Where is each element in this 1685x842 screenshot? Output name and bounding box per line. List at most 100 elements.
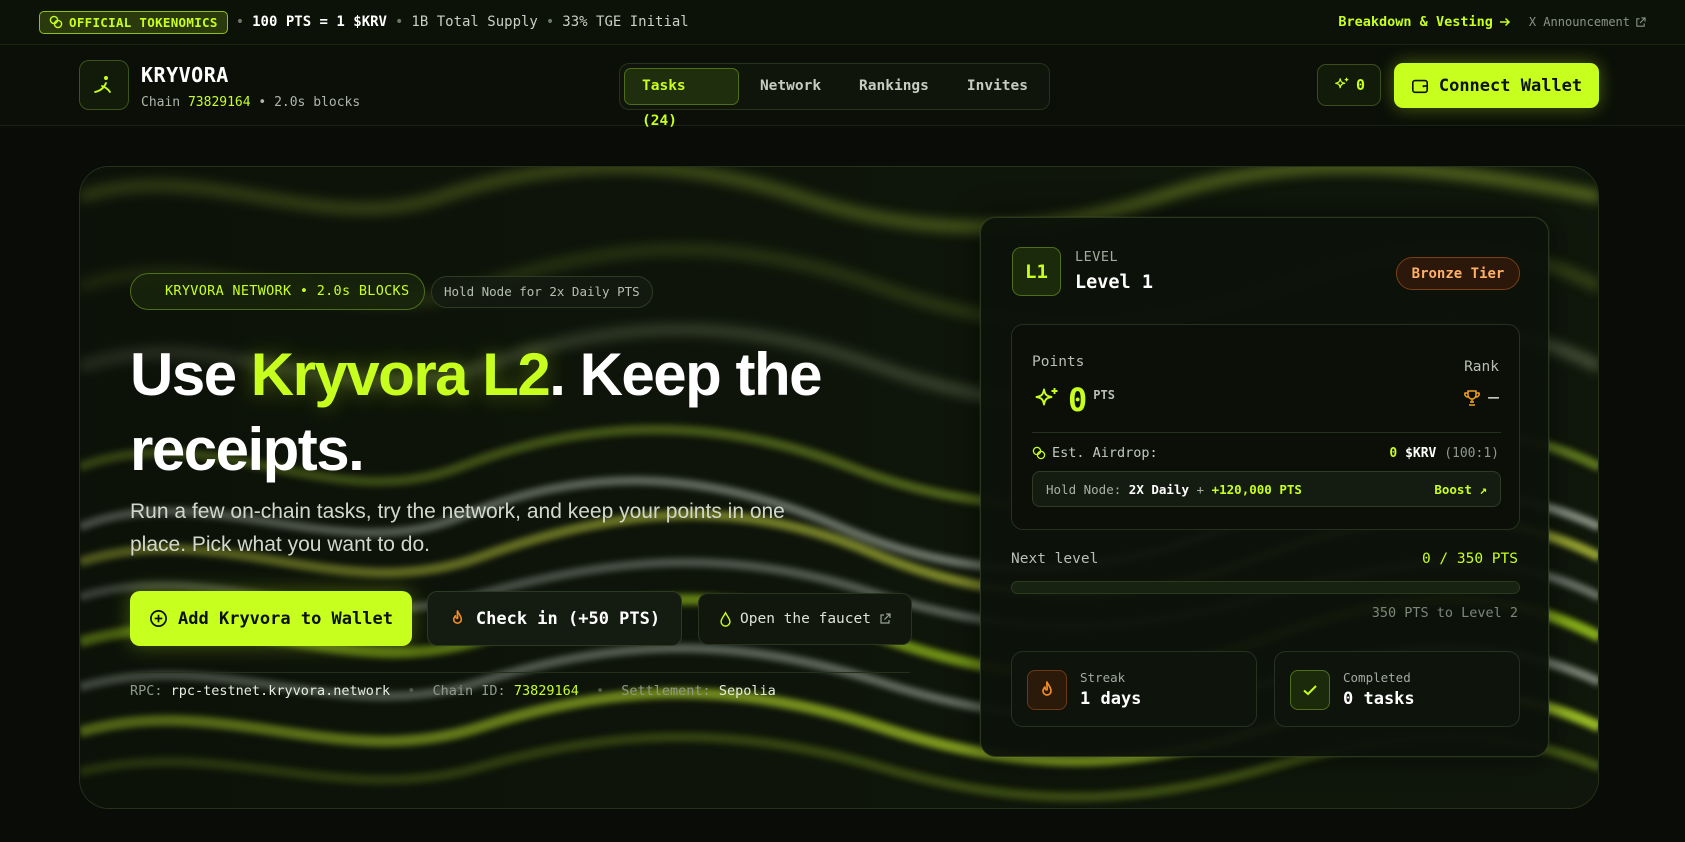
open-faucet-button[interactable]: Open the faucet (698, 593, 912, 645)
trophy-icon (1464, 389, 1481, 406)
add-to-wallet-label: Add Kryvora to Wallet (178, 608, 393, 629)
official-tokenomics-badge[interactable]: OFFICIAL TOKENOMICS (39, 10, 228, 34)
sparkles-icon (1335, 77, 1349, 89)
boost-link[interactable]: Boost ↗ (1434, 482, 1487, 497)
network-pill: KRYVORA NETWORK • 2.0s BLOCKS (130, 273, 426, 310)
points-button[interactable]: 0 (1317, 64, 1381, 106)
hold-node-row[interactable]: Hold Node: 2X Daily + +120,000 PTS Boost… (1032, 471, 1501, 507)
next-level-label: Next level (1011, 551, 1099, 567)
level-name: Level 1 (1075, 272, 1153, 293)
open-faucet-label: Open the faucet (740, 611, 871, 627)
completed-icon-box (1290, 670, 1330, 710)
separator-dot: • (596, 683, 605, 699)
rank-display: — (1462, 387, 1499, 408)
separator-dot: • (407, 683, 416, 699)
points-panel: Points Rank 0 PTS — Est. Airdrop: 0 $KRV… (1011, 324, 1520, 530)
tier-badge: Bronze Tier (1396, 257, 1520, 290)
tokenomics-bar: OFFICIAL TOKENOMICS • 100 PTS = 1 $KRV •… (0, 0, 1685, 45)
sparkles-icon (1035, 388, 1058, 406)
level-progress-bar (1011, 581, 1520, 594)
plus-circle-icon (150, 610, 167, 627)
coins-icon (1032, 446, 1046, 460)
external-link-icon (1636, 16, 1646, 27)
level-card: L1 LEVEL Level 1 Bronze Tier Points Rank… (980, 217, 1549, 757)
points-count: 0 (1355, 76, 1366, 94)
hero-headline: Use Kryvora L2. Keep the receipts. (130, 337, 890, 487)
completed-label: Completed (1343, 670, 1411, 685)
coins-icon (49, 15, 63, 29)
airdrop-value: 0 $KRV (100:1) (1389, 446, 1499, 461)
chain-id: 73829164 (187, 95, 251, 110)
airdrop-ratio: (100:1) (1444, 446, 1499, 461)
external-link-icon (880, 613, 891, 624)
tab-tasks[interactable]: Tasks (24) (624, 68, 739, 129)
brand-name: KRYVORA (141, 63, 229, 87)
points-label: Points (1032, 354, 1085, 370)
check-icon (1303, 685, 1317, 696)
hold-multiplier: 2X Daily (1128, 481, 1190, 497)
hold-bonus: +120,000 PTS (1211, 481, 1302, 497)
flame-icon (452, 610, 462, 625)
connect-wallet-label: Connect Wallet (1438, 75, 1583, 96)
total-supply: 1B Total Supply (411, 14, 538, 30)
chain-info: Chain 73829164 • 2.0s blocks (141, 95, 360, 110)
streak-value: 1 days (1080, 689, 1142, 709)
flame-icon (1042, 681, 1052, 696)
level-label: LEVEL (1075, 249, 1119, 265)
wallet-icon (1411, 79, 1428, 93)
tab-rankings[interactable]: Rankings (842, 68, 946, 105)
streak-icon-box (1027, 670, 1067, 710)
points-display: 0 PTS (1032, 381, 1115, 419)
site-header: KRYVORA Chain 73829164 • 2.0s blocks Tas… (0, 45, 1685, 129)
airdrop-label-row: Est. Airdrop: (1032, 445, 1158, 461)
chain-id-label: Chain ID: (432, 683, 506, 699)
breakdown-vesting-label: Breakdown & Vesting (1338, 14, 1493, 30)
rank-label: Rank (1464, 359, 1499, 375)
brand-logo[interactable] (79, 60, 129, 110)
headline-accent: Kryvora L2 (250, 341, 551, 408)
block-time: • 2.0s blocks (258, 95, 361, 110)
topbar-links: Breakdown & Vesting X Announcement (1338, 14, 1646, 30)
chain-prefix: Chain (141, 95, 181, 110)
pts-to-next-level: 350 PTS to Level 2 (1371, 605, 1518, 621)
network-details: RPC: rpc-testnet.kryvora.network • Chain… (130, 672, 910, 699)
add-to-wallet-button[interactable]: Add Kryvora to Wallet (130, 591, 412, 646)
next-level-value: 0 / 350 PTS (1421, 551, 1518, 567)
official-tokenomics-label: OFFICIAL TOKENOMICS (69, 14, 218, 30)
airdrop-amount: 0 (1389, 446, 1398, 461)
droplet-icon (720, 611, 731, 627)
streak-card: Streak 1 days (1011, 651, 1257, 727)
separator-dot: • (394, 14, 404, 30)
hold-node-pill[interactable]: Hold Node for 2x Daily PTS (431, 276, 653, 308)
x-announcement-link[interactable]: X Announcement (1529, 15, 1646, 29)
airdrop-label: Est. Airdrop: (1052, 445, 1158, 461)
breakdown-vesting-link[interactable]: Breakdown & Vesting (1338, 14, 1510, 30)
airdrop-token: $KRV (1405, 446, 1437, 461)
x-announcement-label: X Announcement (1528, 15, 1630, 29)
rpc-value[interactable]: rpc-testnet.kryvora.network (171, 683, 390, 699)
chain-id-value: 73829164 (513, 683, 579, 699)
hero-subcopy: Run a few on-chain tasks, try the networ… (130, 500, 785, 556)
hold-plus: + (1196, 481, 1205, 497)
rank-value: — (1488, 387, 1499, 408)
separator-dot: • (545, 14, 555, 30)
completed-card: Completed 0 tasks (1274, 651, 1520, 727)
check-in-button[interactable]: Check in (+50 PTS) (427, 591, 682, 646)
arrow-right-icon (1499, 17, 1510, 27)
tab-network[interactable]: Network (743, 68, 838, 105)
settlement-value: Sepolia (718, 683, 776, 699)
logo-icon (94, 76, 111, 93)
streak-label: Streak (1080, 670, 1126, 685)
tab-invites[interactable]: Invites (950, 68, 1045, 105)
hold-prefix: Hold Node: (1046, 481, 1122, 497)
main-nav: Tasks (24) Network Rankings Invites (619, 63, 1050, 129)
separator-dot: • (235, 14, 245, 30)
connect-wallet-button[interactable]: Connect Wallet (1394, 63, 1599, 108)
rpc-label: RPC: (130, 683, 163, 699)
hero-section: KRYVORA NETWORK • 2.0s BLOCKS Hold Node … (79, 166, 1599, 809)
headline-pre: Use (130, 341, 251, 408)
tge-initial: 33% TGE Initial (562, 14, 689, 30)
completed-value: 0 tasks (1343, 689, 1415, 709)
conversion-rate: 100 PTS = 1 $KRV (252, 14, 387, 30)
level-badge: L1 (1012, 247, 1061, 296)
